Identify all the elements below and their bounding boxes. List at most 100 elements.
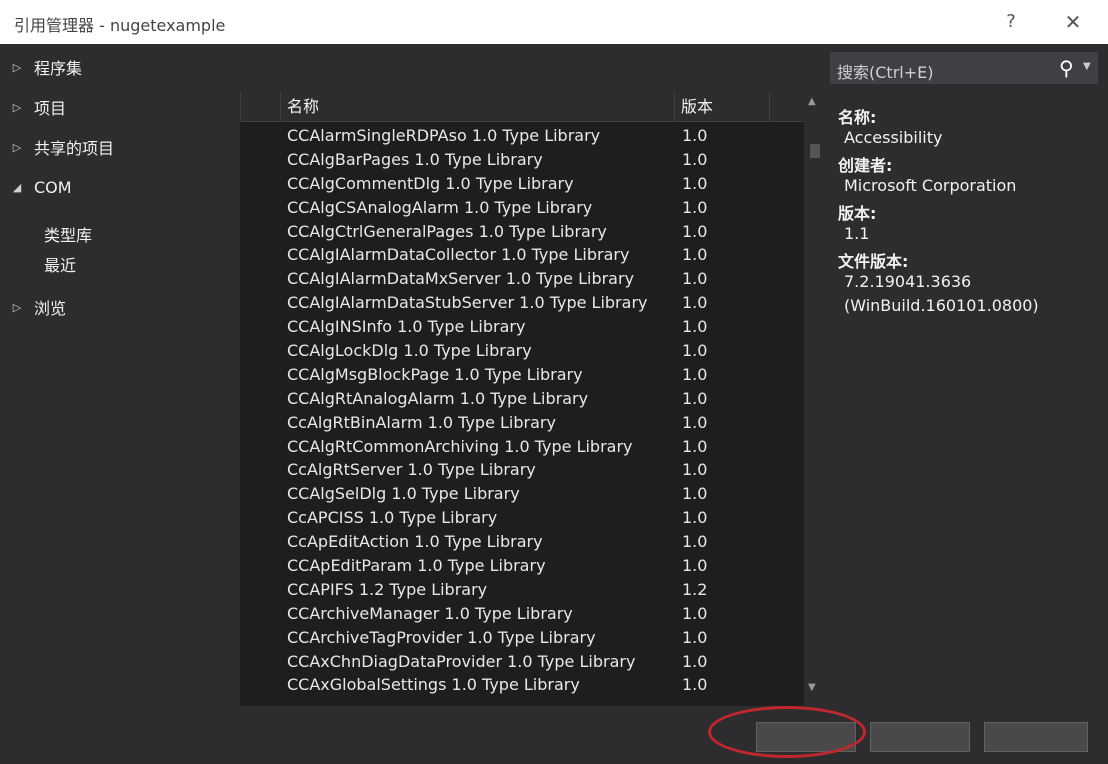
chevron-down-icon[interactable]: ▼: [1083, 61, 1091, 72]
library-name: CcApEditAction 1.0 Type Library: [287, 532, 543, 552]
list-item[interactable]: CCAlgSelDlg 1.0 Type Library 1.0: [240, 482, 804, 506]
list-item[interactable]: CCAlgRtAnalogAlarm 1.0 Type Library 1.0: [240, 387, 804, 411]
library-name: CCAxGlobalSettings 1.0 Type Library: [287, 675, 580, 695]
list-item[interactable]: CCAlgINSInfo 1.0 Type Library 1.0: [240, 315, 804, 339]
sidebar-item-label: 共享的项目: [34, 139, 115, 158]
file-version-label: 文件版本:: [838, 252, 909, 271]
list-item[interactable]: CCAlgIAlarmDataMxServer 1.0 Type Library…: [240, 267, 804, 291]
library-name: CCAlgBarPages 1.0 Type Library: [287, 149, 543, 169]
scroll-up-icon[interactable]: ▲: [808, 96, 816, 107]
library-name: CCAlgLockDlg 1.0 Type Library: [287, 341, 532, 361]
library-name: CCAlgCommentDlg 1.0 Type Library: [287, 173, 574, 193]
library-name: CCAlgINSInfo 1.0 Type Library: [287, 317, 526, 337]
library-version: 1.0: [682, 126, 708, 145]
library-name: CCAlgMsgBlockPage 1.0 Type Library: [287, 364, 583, 384]
scroll-thumb[interactable]: [810, 144, 820, 158]
version-value: 1.1: [844, 224, 870, 243]
library-name: CCApEditParam 1.0 Type Library: [287, 556, 546, 576]
collapse-arrow-icon: ◢: [12, 180, 22, 194]
sidebar: ▷ 程序集 ▷ 项目 ▷ 共享的项目 ◢ COM 类型库 最近 ▷ 浏览: [0, 44, 240, 712]
search-box[interactable]: 搜索(Ctrl+E) ⚲ ▼: [830, 52, 1098, 84]
title-bar: 引用管理器 - nugetexample ? ✕: [0, 0, 1108, 44]
list-rows: CCAlarmSingleRDPAso 1.0 Type Library 1.0 C…: [240, 124, 804, 697]
details-panel: 名称: Accessibility 创建者: Microsoft Corpora…: [838, 104, 1098, 320]
library-version: 1.0: [682, 412, 708, 432]
list-item[interactable]: CCAlgCommentDlg 1.0 Type Library 1.0: [240, 172, 804, 196]
list-item[interactable]: CCAlgRtCommonArchiving 1.0 Type Library 1…: [240, 435, 804, 459]
list-item[interactable]: CCAlgBarPages 1.0 Type Library 1.0: [240, 148, 804, 172]
list-item[interactable]: CcAlgRtBinAlarm 1.0 Type Library 1.0: [240, 411, 804, 435]
file-version-build: (WinBuild.160101.0800): [844, 296, 1039, 315]
library-version: 1.0: [682, 173, 708, 193]
ok-button[interactable]: [870, 722, 970, 752]
list-item[interactable]: CCArchiveManager 1.0 Type Library 1.0: [240, 602, 804, 626]
sidebar-subitem-recent[interactable]: 最近: [44, 252, 76, 276]
list-scrollbar[interactable]: ▲ ▼: [804, 92, 824, 706]
sidebar-subitem-type-libraries[interactable]: 类型库: [44, 222, 92, 246]
expand-arrow-icon: ▷: [12, 100, 22, 114]
sidebar-item-label: 项目: [34, 99, 67, 118]
sidebar-item-assemblies[interactable]: ▷ 程序集: [0, 48, 234, 86]
version-label: 版本:: [838, 204, 877, 223]
library-name: CCAlgSelDlg 1.0 Type Library: [287, 484, 520, 504]
library-version: 1.0: [682, 388, 708, 408]
library-name: CCAPIFS 1.2 Type Library: [287, 579, 488, 599]
list-item[interactable]: CCAlgIAlarmDataCollector 1.0 Type Librar…: [240, 243, 804, 267]
column-header-version[interactable]: 版本: [674, 92, 770, 122]
expand-arrow-icon: ▷: [12, 300, 22, 314]
library-name: CCAlgIAlarmDataMxServer 1.0 Type Library: [287, 269, 635, 289]
library-name: CCAlgIAlarmDataStubServer 1.0 Type Libra…: [287, 293, 648, 313]
list-item[interactable]: CCAxChnDiagDataProvider 1.0 Type Library…: [240, 650, 804, 674]
sidebar-item-com[interactable]: ◢ COM: [0, 168, 234, 206]
library-version: 1.0: [682, 317, 708, 337]
library-name: CcAlgRtBinAlarm 1.0 Type Library: [287, 412, 556, 432]
search-icon[interactable]: ⚲: [1059, 56, 1074, 80]
list-header: 名称 版本: [240, 92, 804, 122]
library-version: 1.0: [682, 221, 708, 241]
list-item[interactable]: CCAlgMsgBlockPage 1.0 Type Library 1.0: [240, 363, 804, 387]
library-name: CCAlarmSingleRDPAso 1.0 Type Library: [287, 126, 601, 145]
list-item[interactable]: CCAlgLockDlg 1.0 Type Library 1.0: [240, 339, 804, 363]
name-label: 名称:: [838, 108, 877, 127]
library-name: CCAlgCtrlGeneralPages 1.0 Type Library: [287, 221, 607, 241]
list-item[interactable]: CCApEditParam 1.0 Type Library 1.0: [240, 554, 804, 578]
help-button[interactable]: ?: [996, 8, 1026, 36]
library-name: CCAlgCSAnalogAlarm 1.0 Type Library: [287, 197, 593, 217]
scroll-down-icon[interactable]: ▼: [808, 682, 816, 693]
list-item[interactable]: CcApEditAction 1.0 Type Library 1.0: [240, 530, 804, 554]
list-item[interactable]: CcAPCISS 1.0 Type Library 1.0: [240, 506, 804, 530]
library-version: 1.0: [682, 532, 708, 552]
library-version: 1.0: [682, 460, 708, 480]
sidebar-item-label: 程序集: [34, 59, 83, 78]
list-item[interactable]: CCAlgCtrlGeneralPages 1.0 Type Library 1.…: [240, 220, 804, 244]
column-header-name[interactable]: 名称: [280, 92, 674, 122]
library-version: 1.0: [682, 197, 708, 217]
sidebar-item-projects[interactable]: ▷ 项目: [0, 88, 234, 126]
library-version: 1.0: [682, 364, 708, 384]
close-button[interactable]: ✕: [1058, 8, 1088, 36]
list-item[interactable]: CCAPIFS 1.2 Type Library 1.2: [240, 578, 804, 602]
list-item[interactable]: CCAlgCSAnalogAlarm 1.0 Type Library 1.0: [240, 196, 804, 220]
library-version: 1.0: [682, 341, 708, 361]
list-item[interactable]: CCAxGlobalSettings 1.0 Type Library 1.0: [240, 673, 804, 697]
library-version: 1.0: [682, 651, 708, 671]
search-input[interactable]: 搜索(Ctrl+E): [837, 59, 933, 83]
list-item[interactable]: CCArchiveTagProvider 1.0 Type Library 1.0: [240, 626, 804, 650]
library-version: 1.0: [682, 603, 708, 623]
cancel-button[interactable]: [984, 722, 1088, 752]
library-version: 1.0: [682, 508, 708, 528]
sidebar-item-shared-projects[interactable]: ▷ 共享的项目: [0, 128, 234, 166]
list-item[interactable]: CcAlgRtServer 1.0 Type Library 1.0: [240, 458, 804, 482]
library-name: CCArchiveTagProvider 1.0 Type Library: [287, 627, 596, 647]
highlight-circle: [708, 706, 866, 758]
library-name: CCAlgRtCommonArchiving 1.0 Type Library: [287, 436, 633, 456]
library-name: CCAlgRtAnalogAlarm 1.0 Type Library: [287, 388, 589, 408]
list-item[interactable]: CCAlarmSingleRDPAso 1.0 Type Library 1.0: [240, 124, 804, 148]
name-value: Accessibility: [844, 128, 943, 147]
library-name: CcAPCISS 1.0 Type Library: [287, 508, 498, 528]
library-name: CcAlgRtServer 1.0 Type Library: [287, 460, 536, 480]
list-item[interactable]: CCAlgIAlarmDataStubServer 1.0 Type Libra…: [240, 291, 804, 315]
library-version: 1.0: [682, 269, 708, 289]
library-version: 1.0: [682, 245, 708, 265]
sidebar-item-browse[interactable]: ▷ 浏览: [0, 288, 234, 326]
